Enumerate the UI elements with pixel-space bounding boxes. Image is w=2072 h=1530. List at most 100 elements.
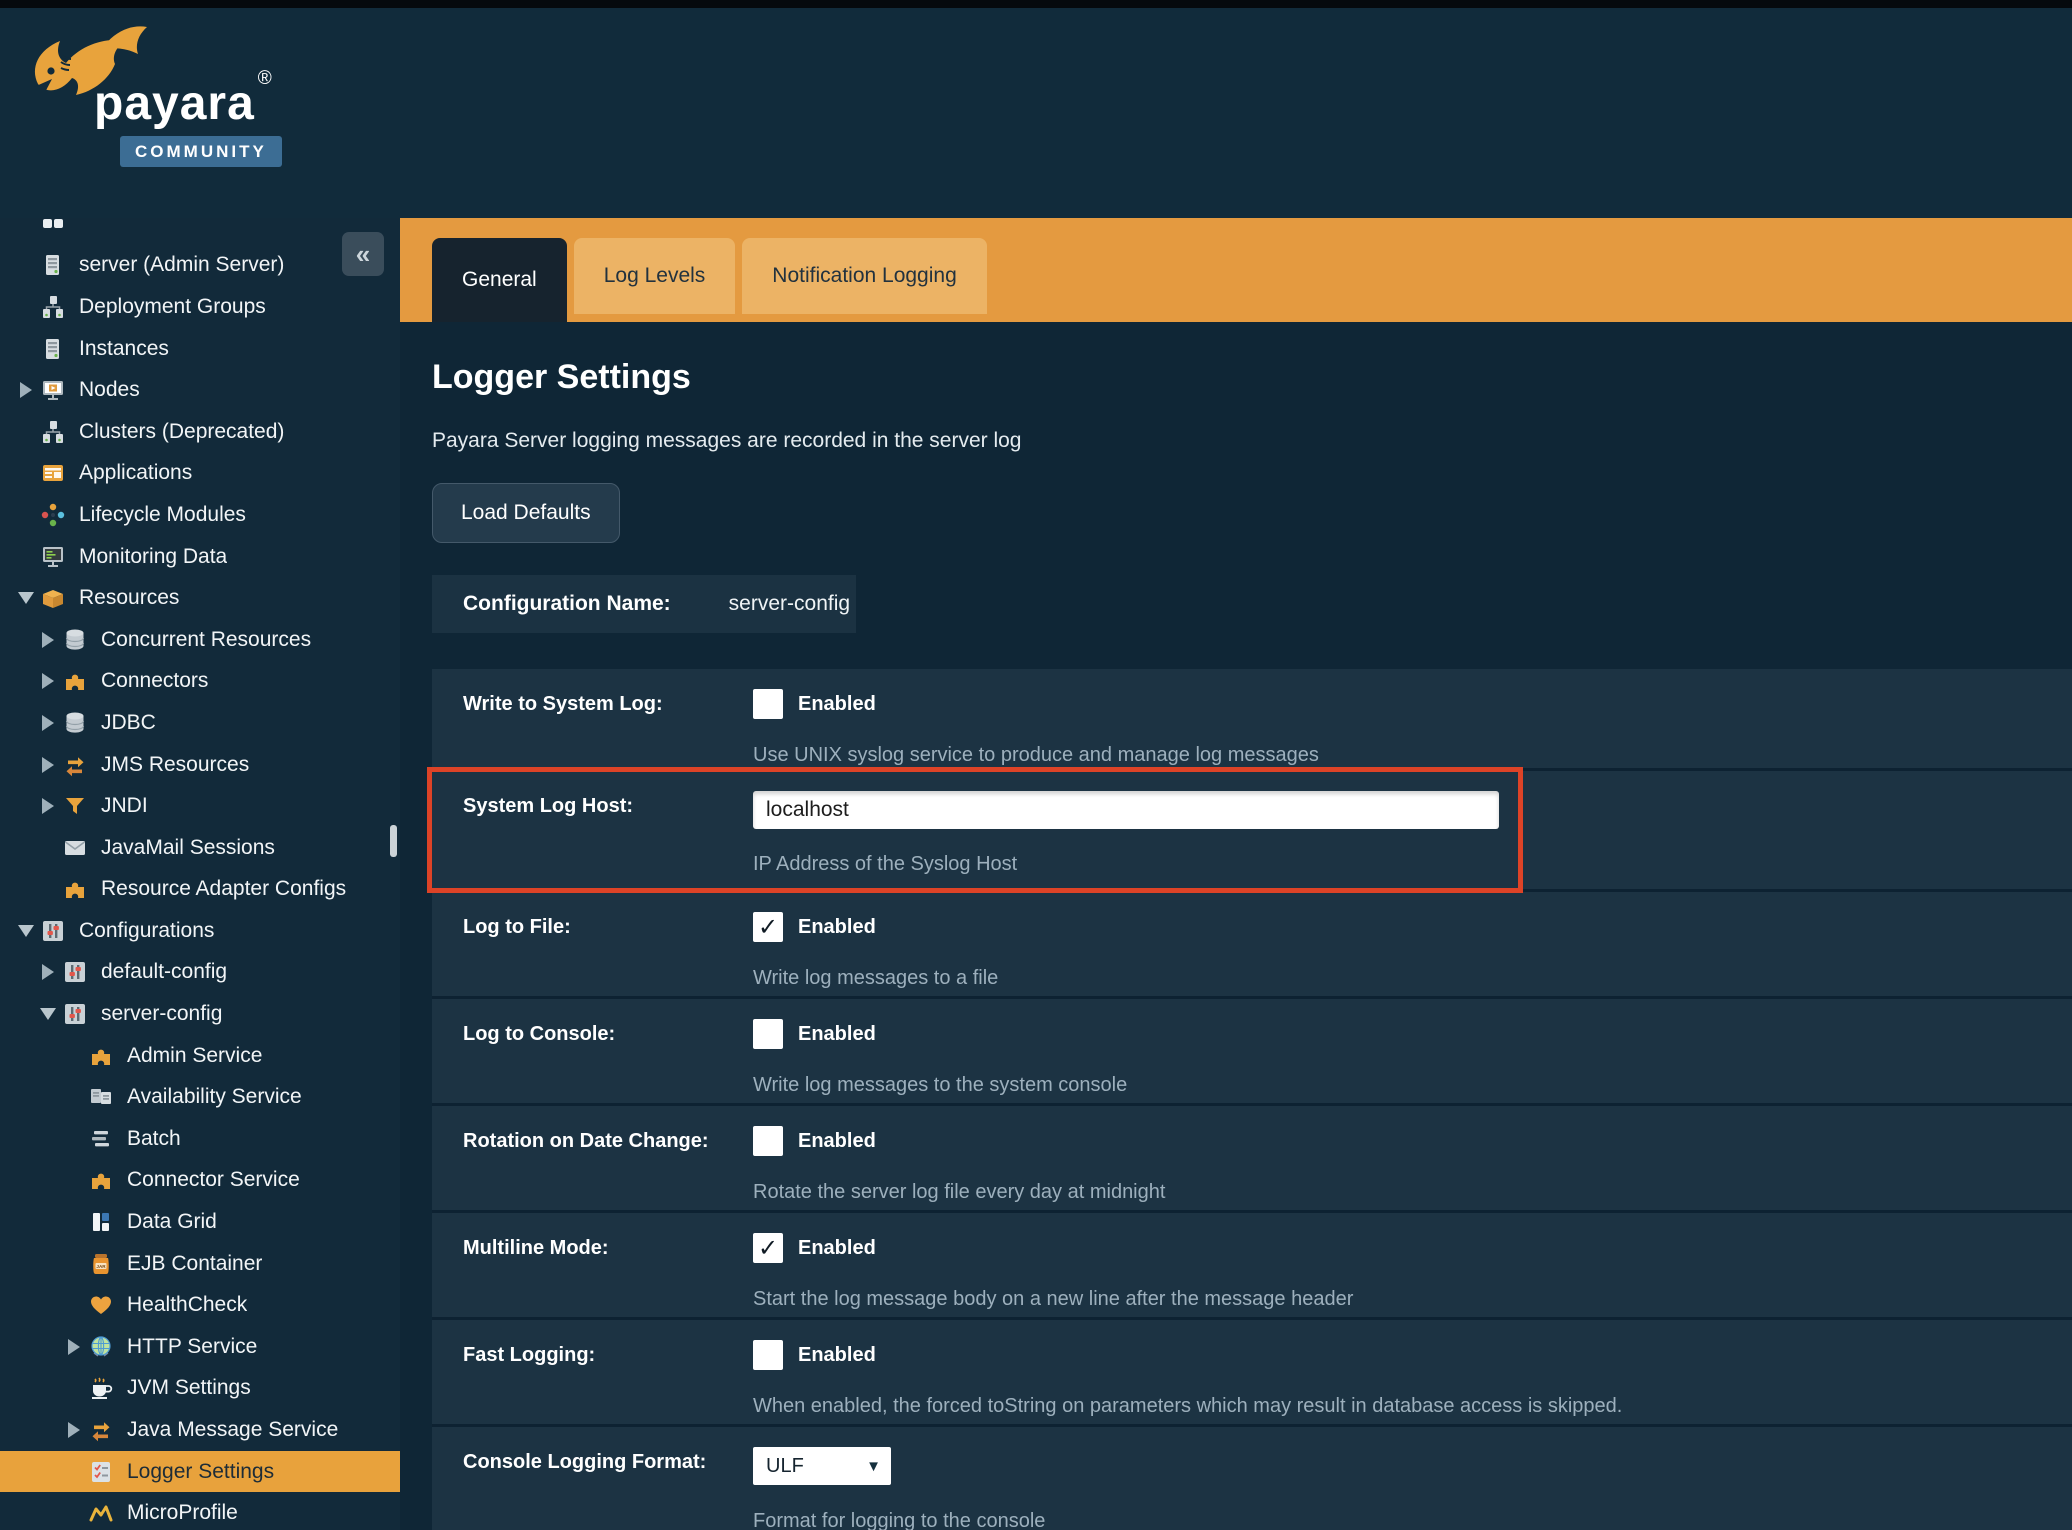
sidebar-item-label: Applications xyxy=(79,461,192,485)
sidebar-item-monitoring-data[interactable]: Monitoring Data xyxy=(0,536,400,578)
field-help-text: Start the log message body on a new line… xyxy=(753,1288,2072,1311)
field-help-text: Rotate the server log file every day at … xyxy=(753,1181,2072,1204)
sidebar-item-resources[interactable]: Resources xyxy=(0,577,400,619)
chevron-down-icon[interactable] xyxy=(12,592,40,604)
sidebar-item-label: Connectors xyxy=(101,669,208,693)
sidebar-item-label: Nodes xyxy=(79,378,140,402)
multiline-mode-checkbox[interactable]: ✓ xyxy=(753,1233,783,1263)
sidebar-item-label: Admin Service xyxy=(127,1044,262,1068)
sidebar-item-admin-service[interactable]: Admin Service xyxy=(0,1035,400,1077)
chevron-right-icon[interactable] xyxy=(34,757,62,773)
sidebar-item-label: Resources xyxy=(79,586,179,610)
form-row-system-log-host: System Log Host:localhostIP Address of t… xyxy=(432,771,2072,892)
sidebar-item-applications[interactable]: Applications xyxy=(0,453,400,495)
sidebar-item-data-grid[interactable]: Data Grid xyxy=(0,1201,400,1243)
sidebar-item-cropped[interactable] xyxy=(0,218,400,245)
chevron-right-icon[interactable] xyxy=(34,632,62,648)
sidebar-item-concurrent-resources[interactable]: Concurrent Resources xyxy=(0,619,400,661)
sidebar-item-default-config[interactable]: default-config xyxy=(0,952,400,994)
field-label: Multiline Mode: xyxy=(463,1233,753,1317)
sidebar-scrollbar-thumb[interactable] xyxy=(390,825,397,857)
sidebar-item-label: Logger Settings xyxy=(127,1460,274,1484)
sidebar-item-deployment-groups[interactable]: Deployment Groups xyxy=(0,286,400,328)
enabled-label: Enabled xyxy=(798,1023,876,1046)
sidebar-item-nodes[interactable]: Nodes xyxy=(0,369,400,411)
sidebar-item-connectors[interactable]: Connectors xyxy=(0,661,400,703)
chevron-right-icon[interactable] xyxy=(12,382,40,398)
sidebar-item-microprofile[interactable]: MicroProfile xyxy=(0,1492,400,1530)
sidebar-item-healthcheck[interactable]: HealthCheck xyxy=(0,1284,400,1326)
availability-icon xyxy=(88,1084,114,1110)
form-row-multiline-mode: Multiline Mode:✓EnabledStart the log mes… xyxy=(432,1213,2072,1320)
sidebar-item-javamail-sessions[interactable]: JavaMail Sessions xyxy=(0,827,400,869)
form-row-fast-logging: Fast Logging:EnabledWhen enabled, the fo… xyxy=(432,1320,2072,1427)
sidebar-item-server-admin-server[interactable]: server (Admin Server) xyxy=(0,245,400,287)
sidebar-item-ejb-container[interactable]: JAREJB Container xyxy=(0,1243,400,1285)
tab-log-levels[interactable]: Log Levels xyxy=(574,238,736,314)
chevron-right-icon[interactable] xyxy=(34,964,62,980)
batch-icon xyxy=(88,1126,114,1152)
write-to-system-log-checkbox[interactable] xyxy=(753,689,783,719)
sidebar-item-configurations[interactable]: Configurations xyxy=(0,910,400,952)
sidebar-collapse-button[interactable]: « xyxy=(342,232,384,276)
sidebar-item-label: JVM Settings xyxy=(127,1376,251,1400)
microprofile-icon xyxy=(88,1500,114,1526)
load-defaults-button[interactable]: Load Defaults xyxy=(432,483,620,543)
sidebar-item-label: MicroProfile xyxy=(127,1501,238,1525)
coffee-icon xyxy=(88,1375,114,1401)
tab-notification-logging[interactable]: Notification Logging xyxy=(742,238,986,314)
system-log-host-input[interactable]: localhost xyxy=(753,791,1499,829)
sidebar-item-logger-settings[interactable]: Logger Settings xyxy=(0,1451,400,1493)
sidebar-item-label: Clusters (Deprecated) xyxy=(79,420,284,444)
tab-general[interactable]: General xyxy=(432,238,567,322)
sidebar-item-label: JDBC xyxy=(101,711,156,735)
payara-logo[interactable]: payara® COMMUNITY xyxy=(28,18,318,184)
registered-mark: ® xyxy=(258,68,273,89)
sidebar-item-jvm-settings[interactable]: JVM Settings xyxy=(0,1368,400,1410)
field-label: Fast Logging: xyxy=(463,1340,753,1424)
sidebar-item-batch[interactable]: Batch xyxy=(0,1118,400,1160)
field-label: Rotation on Date Change: xyxy=(463,1126,753,1210)
log-to-file-checkbox[interactable]: ✓ xyxy=(753,912,783,942)
sidebar-item-label: Configurations xyxy=(79,919,214,943)
enabled-label: Enabled xyxy=(798,1130,876,1153)
sidebar-item-server-config[interactable]: server-config xyxy=(0,993,400,1035)
sidebar-item-availability-service[interactable]: Availability Service xyxy=(0,1076,400,1118)
field-label: Log to Console: xyxy=(463,1019,753,1103)
heart-icon xyxy=(88,1292,114,1318)
select-value: ULF xyxy=(766,1455,804,1478)
sidebar-item-http-service[interactable]: HTTP Service xyxy=(0,1326,400,1368)
sidebar-item-label: Lifecycle Modules xyxy=(79,503,246,527)
sidebar-item-java-message-service[interactable]: Java Message Service xyxy=(0,1409,400,1451)
sidebar-item-label: EJB Container xyxy=(127,1252,262,1276)
rotation-on-date-change-checkbox[interactable] xyxy=(753,1126,783,1156)
sidebar-item-label: Resource Adapter Configs xyxy=(101,877,346,901)
chevron-down-icon[interactable] xyxy=(34,1008,62,1020)
app-header: payara® COMMUNITY xyxy=(0,8,2072,218)
sidebar-item-label: server (Admin Server) xyxy=(79,253,284,277)
sidebar-item-jms-resources[interactable]: JMS Resources xyxy=(0,744,400,786)
sidebar-item-clusters-deprecated[interactable]: Clusters (Deprecated) xyxy=(0,411,400,453)
brand-wordmark: payara® xyxy=(94,76,270,131)
sidebar-item-connector-service[interactable]: Connector Service xyxy=(0,1160,400,1202)
dropdown-caret-icon: ▼ xyxy=(866,1458,881,1475)
form-row-log-to-console: Log to Console:EnabledWrite log messages… xyxy=(432,999,2072,1106)
log-to-console-checkbox[interactable] xyxy=(753,1019,783,1049)
chevron-right-icon[interactable] xyxy=(60,1422,88,1438)
sidebar-item-jdbc[interactable]: JDBC xyxy=(0,702,400,744)
sidebar-item-label: Java Message Service xyxy=(127,1418,338,1442)
chevron-right-icon[interactable] xyxy=(34,673,62,689)
sliders-icon xyxy=(62,1001,88,1027)
fast-logging-checkbox[interactable] xyxy=(753,1340,783,1370)
sidebar-item-lifecycle-modules[interactable]: Lifecycle Modules xyxy=(0,494,400,536)
chevron-right-icon[interactable] xyxy=(34,715,62,731)
chevron-right-icon[interactable] xyxy=(34,798,62,814)
chevron-down-icon[interactable] xyxy=(12,925,40,937)
console-logging-format-select[interactable]: ULF ▼ xyxy=(753,1447,891,1485)
sidebar-item-resource-adapter-configs[interactable]: Resource Adapter Configs xyxy=(0,869,400,911)
chevron-right-icon[interactable] xyxy=(60,1339,88,1355)
sidebar-item-instances[interactable]: Instances xyxy=(0,328,400,370)
sidebar-item-jndi[interactable]: JNDI xyxy=(0,785,400,827)
checklist-icon xyxy=(88,1459,114,1485)
page-title: Logger Settings xyxy=(432,358,2072,397)
